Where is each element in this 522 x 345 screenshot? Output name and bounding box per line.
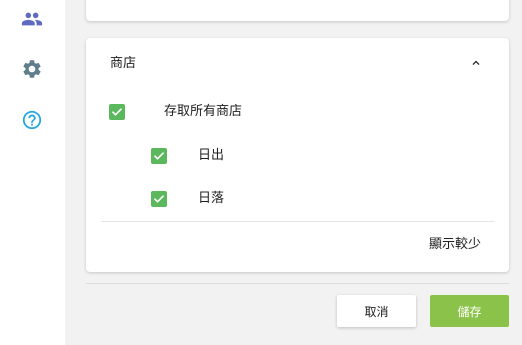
save-button[interactable]: 儲存 bbox=[430, 295, 509, 327]
access-all-stores-row[interactable]: 存取所有商店 bbox=[109, 104, 242, 120]
sidebar bbox=[0, 0, 65, 345]
gear-icon bbox=[21, 58, 43, 80]
help-circle-icon bbox=[21, 109, 43, 131]
store-item-checkbox[interactable] bbox=[151, 191, 167, 207]
stores-card: 商店 存取所有商店 日出 日落 顯示較少 bbox=[86, 38, 509, 272]
store-item-label: 日出 bbox=[198, 148, 225, 163]
sidebar-item-settings[interactable] bbox=[20, 57, 44, 81]
store-item-row[interactable]: 日出 bbox=[151, 148, 224, 164]
store-item-row[interactable]: 日落 bbox=[151, 191, 224, 207]
sidebar-item-help[interactable] bbox=[20, 108, 44, 132]
access-all-stores-label: 存取所有商店 bbox=[164, 104, 243, 119]
chevron-up-icon bbox=[469, 55, 483, 74]
divider bbox=[101, 221, 494, 222]
people-icon bbox=[21, 8, 43, 30]
footer-divider bbox=[86, 283, 509, 284]
previous-card bbox=[86, 0, 509, 21]
sidebar-item-users[interactable] bbox=[20, 7, 44, 31]
check-icon bbox=[153, 152, 165, 160]
store-item-checkbox[interactable] bbox=[151, 148, 167, 164]
check-icon bbox=[153, 195, 165, 203]
stores-title: 商店 bbox=[110, 56, 137, 71]
cancel-button[interactable]: 取消 bbox=[337, 295, 416, 327]
check-icon bbox=[111, 108, 123, 116]
show-less-link[interactable]: 顯示較少 bbox=[429, 237, 481, 253]
store-item-label: 日落 bbox=[198, 191, 225, 206]
access-all-stores-checkbox[interactable] bbox=[109, 104, 125, 120]
collapse-button[interactable] bbox=[466, 54, 486, 74]
